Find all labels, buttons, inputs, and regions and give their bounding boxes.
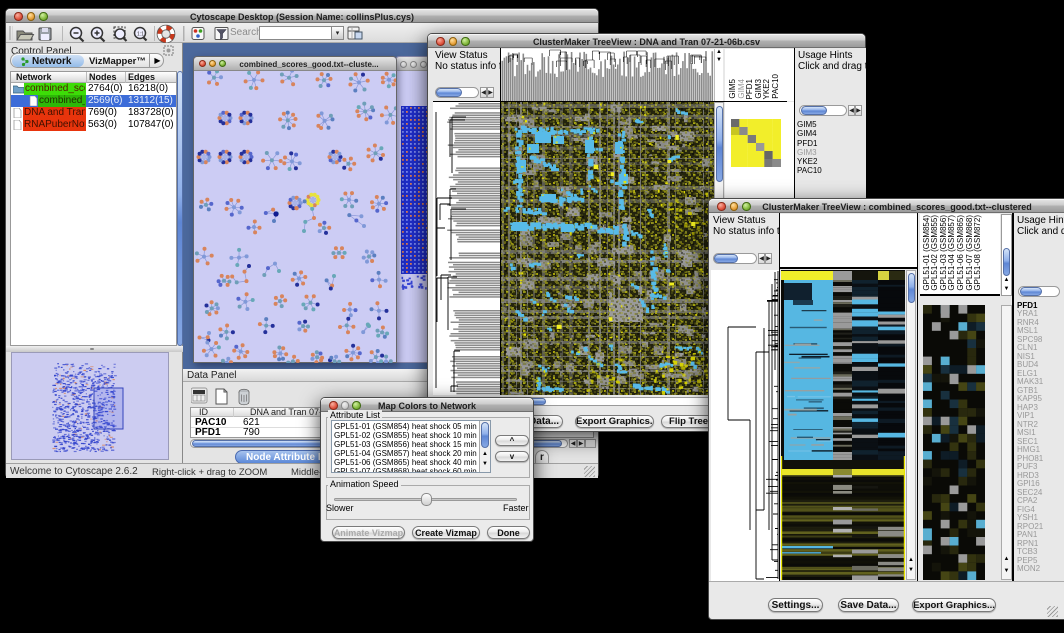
svg-text:1:1: 1:1 [137, 32, 144, 38]
